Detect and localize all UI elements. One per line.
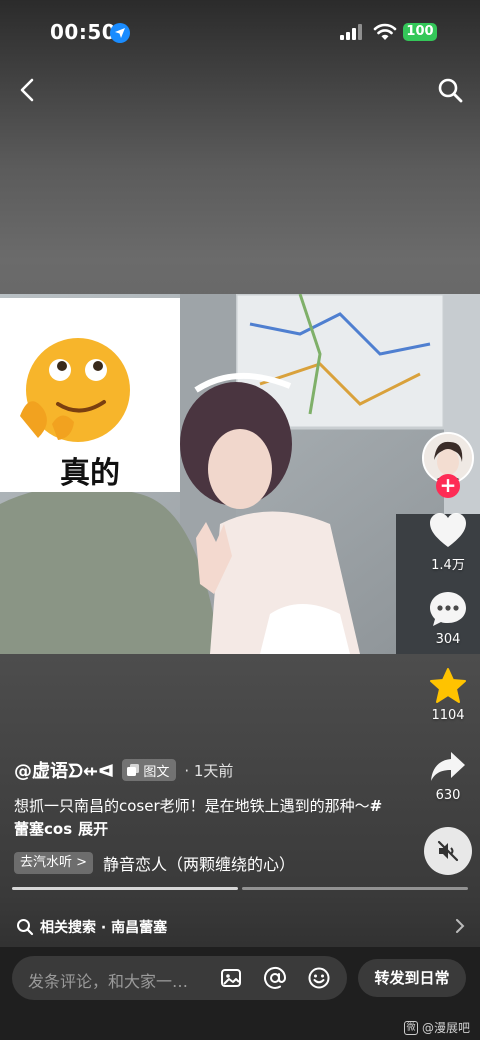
author-name[interactable]: @虚语ᗤ⇷ᐊ [14,757,114,783]
share-count: 630 [435,788,461,803]
share-arrow-icon [431,752,465,781]
comment-count: 304 [435,632,461,647]
related-search-bar[interactable]: 相关搜索 · 南昌蕾塞 [0,907,480,945]
watermark-text: @漫展吧 [422,1021,471,1035]
music-source-link[interactable]: 去汽水听 > [14,852,94,874]
post-time: · 1天前 [184,761,234,780]
image-icon[interactable] [219,966,243,990]
gallery-icon [127,764,140,776]
post-type-label: 图文 [143,764,170,780]
favorite-button[interactable]: 1104 [418,668,478,723]
image-progress-segment-2 [242,887,468,890]
expand-link[interactable]: 展开 [78,820,108,838]
post-type-badge: 图文 [122,759,177,781]
related-search-label: 相关搜索 · 南昌蕾塞 [40,920,168,936]
search-small-icon [17,919,34,936]
music-row: 去汽水听 > 静音恋人（两颗缠绕的心） [14,851,295,875]
image-progress-segment-1 [12,887,238,890]
star-icon [430,668,466,703]
status-bar: 00:50 100 [0,0,480,64]
status-time: 00:50 [50,20,117,44]
battery-indicator: 100 [403,23,437,41]
at-icon[interactable] [263,966,287,990]
post-caption[interactable]: 想抓一只南昌的coser老师！是在地铁上遇到的那种～#蕾塞cos 展开 [14,795,394,841]
share-button[interactable]: 630 [418,750,478,803]
follow-button[interactable]: + [436,474,460,498]
mute-button[interactable] [424,827,472,875]
like-count: 1.4万 [431,558,465,573]
emoji-sticker: 真的 [0,298,180,492]
wifi-icon [373,23,397,40]
comment-icon [430,592,466,626]
smirk-emoji-icon [20,338,130,442]
back-icon[interactable] [14,76,42,104]
favorite-count: 1104 [431,708,465,723]
search-icon[interactable] [436,76,464,104]
caption-text: 想抓一只南昌的coser老师！是在地铁上遇到的那种～ [14,797,370,815]
author-line: @虚语ᗤ⇷ᐊ 图文 · 1天前 [14,758,233,782]
mute-icon [437,840,459,862]
sticker-caption: 真的 [60,456,120,491]
share-to-daily-button[interactable]: 转发到日常 [358,959,466,997]
heart-icon [430,513,466,547]
chevron-right-icon [456,919,465,933]
comment-button[interactable]: 304 [418,590,478,647]
location-arrow-icon [110,23,130,43]
comment-placeholder: 发条评论，和大家一… [28,972,189,991]
emoji-icon[interactable] [307,966,331,990]
watermark: 微 @漫展吧 [404,1019,470,1036]
like-button[interactable]: 1.4万 [418,512,478,573]
comment-input[interactable]: 发条评论，和大家一… [12,956,347,1000]
music-title[interactable]: 静音恋人（两颗缠绕的心） [103,851,295,875]
watermark-logo-icon: 微 [404,1020,418,1035]
cellular-signal-icon [340,24,362,40]
bottom-bar: 发条评论，和大家一… 转发到日常 微 @漫展吧 [0,947,480,1040]
